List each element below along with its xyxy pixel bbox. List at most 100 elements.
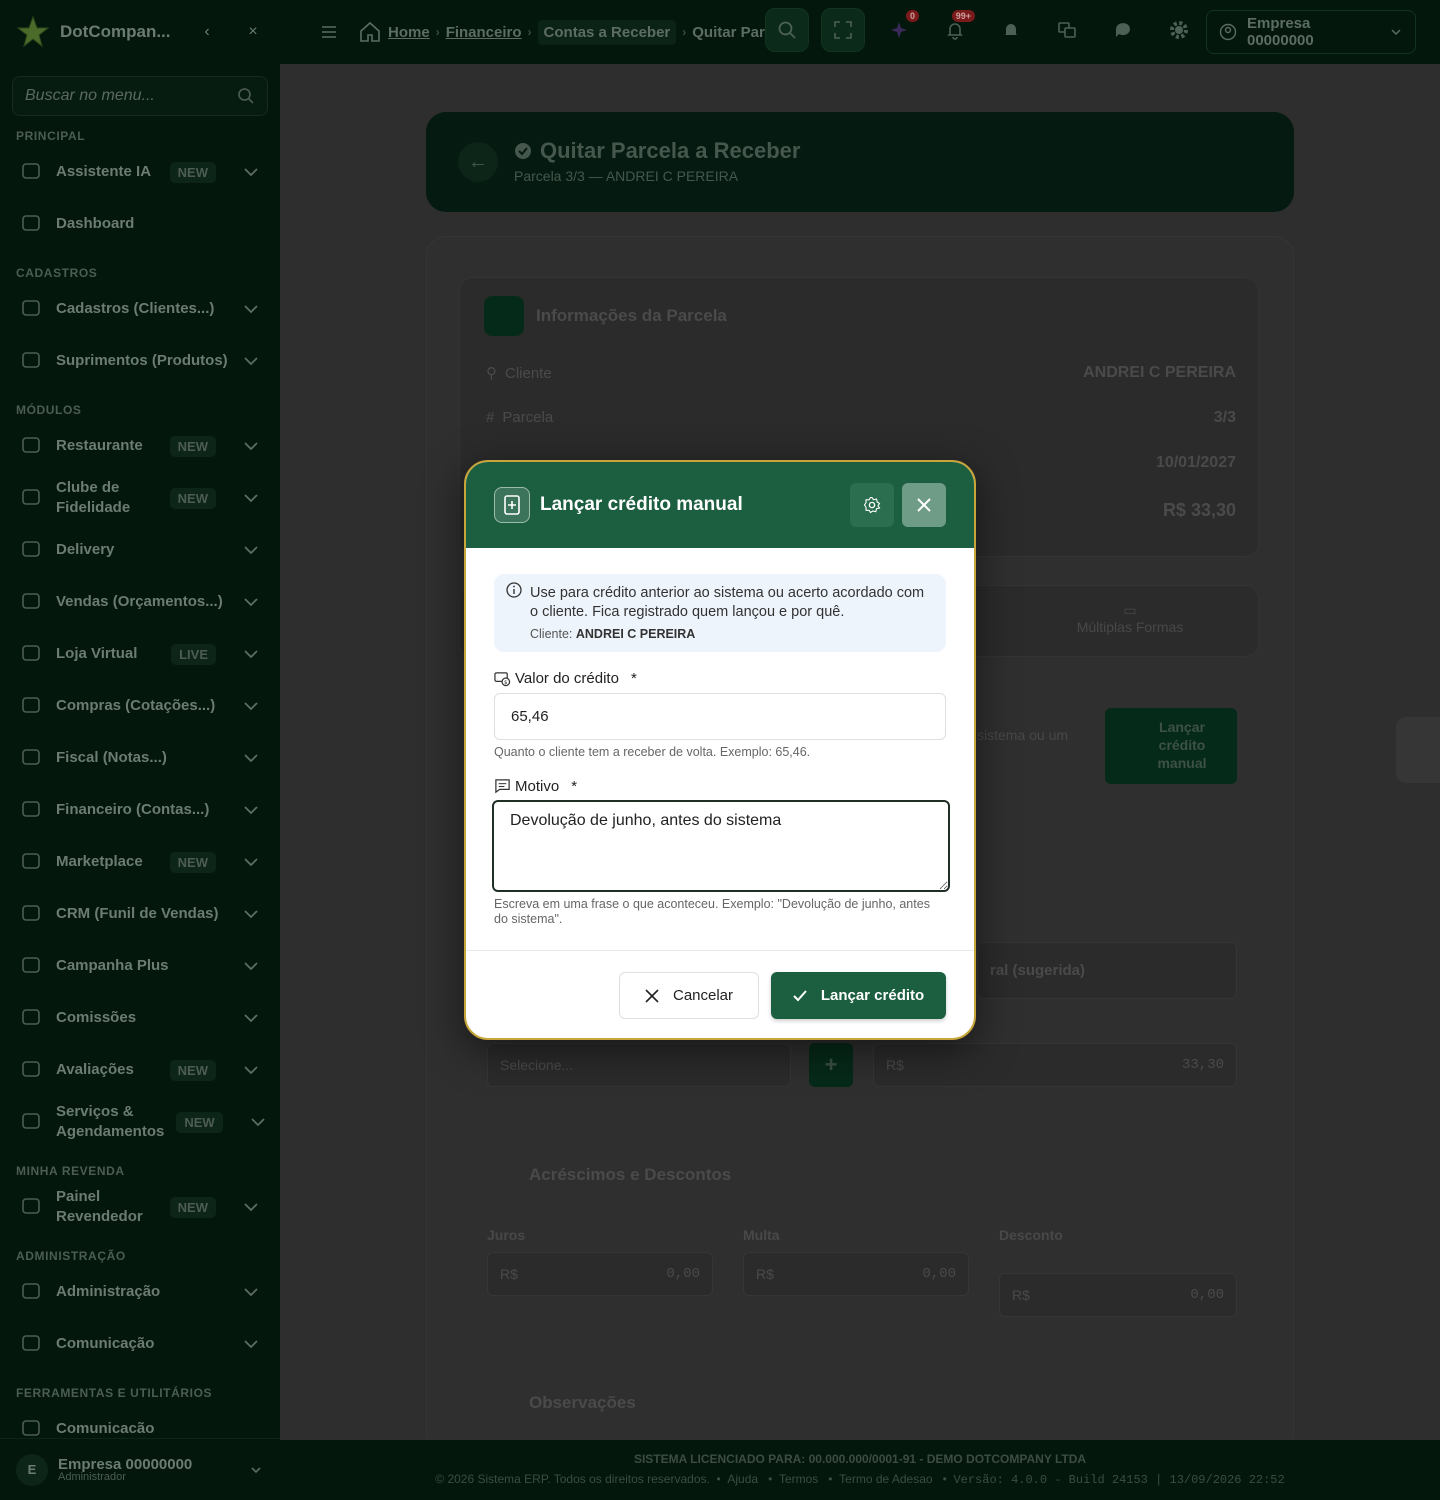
multa-input[interactable]: R$ 0,00: [743, 1252, 969, 1296]
sidebar-item-3[interactable]: Suprimentos (Produtos): [0, 335, 280, 387]
modal-close-button[interactable]: [902, 483, 946, 527]
sidebar-item-17[interactable]: Serviços & Agendamentos NEW: [0, 1096, 280, 1148]
sidebar-item-label: Administração: [56, 1283, 161, 1300]
tab-multiplas-formas[interactable]: ▭ Múltiplas Formas: [1020, 602, 1240, 635]
chat-icon: [1116, 23, 1130, 37]
payment-method-select[interactable]: Selecione...: [487, 1043, 791, 1087]
required-marker: *: [630, 670, 637, 687]
grid-icon: [20, 212, 44, 236]
juros-input[interactable]: R$ 0,00: [487, 1252, 713, 1296]
sidebar-item-label: Clube de Fidelidade: [56, 479, 131, 516]
sidebar-item-18[interactable]: Painel Revendedor NEW: [0, 1181, 280, 1233]
sidebar-item-12[interactable]: Marketplace NEW: [0, 836, 280, 888]
sidebar-item-11[interactable]: Financeiro (Contas...): [0, 784, 280, 836]
basket-icon: [20, 694, 44, 718]
settings-button[interactable]: [1157, 8, 1201, 52]
sidebar-item-20[interactable]: Comunicação: [0, 1318, 280, 1370]
link-termo-adesao[interactable]: Termo de Adesao: [839, 1472, 932, 1486]
calendar-icon: [20, 1110, 44, 1134]
sidebar-item-14[interactable]: Campanha Plus: [0, 940, 280, 992]
section-revenda: MINHA REVENDA: [16, 1164, 125, 1178]
sidebar-badge: NEW: [169, 1059, 216, 1081]
sidebar-item-13[interactable]: CRM (Funil de Vendas): [0, 888, 280, 940]
chevron-down-icon: [242, 352, 260, 370]
search-icon[interactable]: [237, 87, 255, 105]
adjust-title: Acréscimos e Descontos: [529, 1165, 732, 1184]
sidebar-badge: NEW: [176, 1111, 223, 1133]
close-sidebar-icon[interactable]: ×: [242, 21, 264, 43]
credit-entry-icon: [494, 487, 530, 523]
cancel-button[interactable]: Cancelar: [619, 972, 759, 1019]
reason-label-text: Motivo: [515, 778, 560, 795]
payment-value-field[interactable]: R$ 33,30: [873, 1043, 1237, 1087]
side-drawer-tab[interactable]: [1396, 717, 1440, 783]
sidebar-item-9[interactable]: Compras (Cotações...): [0, 680, 280, 732]
sidebar-item-0[interactable]: Assistente IA NEW: [0, 146, 280, 198]
message-icon: [495, 779, 510, 794]
back-button[interactable]: ←: [458, 142, 498, 182]
chevron-down-icon: [1391, 29, 1401, 36]
fullscreen-button[interactable]: [821, 8, 865, 52]
sidebar-item-7[interactable]: Vendas (Orçamentos...): [0, 576, 280, 628]
submit-label: Lançar crédito: [820, 987, 925, 1004]
ai-notifications-button[interactable]: 0: [877, 8, 921, 52]
check-icon: [793, 989, 807, 1001]
quick-search-button[interactable]: [765, 8, 809, 52]
credit-value-input[interactable]: [511, 708, 929, 725]
topbar-actions: 0 99+: [765, 8, 1201, 52]
reason-textarea[interactable]: Devolução de junho, antes do sistema: [492, 800, 950, 892]
chevron-down-icon: [242, 1283, 260, 1301]
sidebar-item-label: Suprimentos (Produtos): [56, 352, 228, 369]
breadcrumb-home[interactable]: Home: [388, 24, 430, 41]
value-label-text: Valor do crédito: [515, 670, 619, 687]
modal-settings-button[interactable]: [850, 483, 894, 527]
cash-icon: [20, 798, 44, 822]
add-payment-button[interactable]: +: [809, 1043, 853, 1087]
version-text: Versão: 4.0.0 - Build 24153 | 13/09/2026…: [953, 1473, 1285, 1487]
megaphone-icon: [20, 954, 44, 978]
credit-description: sistema ou um: [977, 727, 1069, 743]
link-ajuda[interactable]: Ajuda: [727, 1472, 758, 1486]
sidebar-item-4[interactable]: Restaurante NEW: [0, 420, 280, 472]
desconto-input[interactable]: R$ 0,00: [999, 1273, 1237, 1317]
company-name: Empresa 00000000: [1247, 15, 1314, 49]
sidebar-item-label: Compras (Cotações...): [56, 697, 216, 714]
footer-links: © 2026 Sistema ERP. Todos os direitos re…: [435, 1472, 1285, 1487]
sidebar-item-6[interactable]: Delivery: [0, 524, 280, 576]
commission-icon: [20, 1006, 44, 1030]
sidebar-item-15[interactable]: Comissões: [0, 992, 280, 1044]
sidebar-item-1[interactable]: Dashboard: [0, 198, 280, 250]
sidebar-item-2[interactable]: Cadastros (Clientes...): [0, 283, 280, 335]
sidebar-user[interactable]: E Empresa 00000000 Administrador: [0, 1438, 280, 1500]
sidebar-item-label: Marketplace: [56, 853, 143, 870]
launch-credit-button-bg[interactable]: Lançar crédito manual: [1105, 708, 1237, 784]
chevron-down-icon: [242, 300, 260, 318]
breadcrumb-contas[interactable]: Contas a Receber: [537, 19, 677, 45]
star-logo-icon: [16, 15, 50, 48]
sidebar-item-8[interactable]: Loja Virtual LIVE: [0, 628, 280, 680]
home-icon[interactable]: [358, 20, 382, 44]
company-selector[interactable]: Empresa 00000000: [1206, 10, 1416, 54]
gear-icon: [1170, 21, 1188, 39]
translate-button[interactable]: [1045, 8, 1089, 52]
sidebar-item-5[interactable]: Clube de Fidelidade NEW: [0, 472, 280, 524]
hamburger-menu-icon[interactable]: [314, 17, 344, 47]
link-termos[interactable]: Termos: [779, 1472, 818, 1486]
suggested-account-field[interactable]: ral (sugerida): [977, 942, 1237, 999]
notifications-button[interactable]: 99+: [933, 8, 977, 52]
menu-search-input[interactable]: [25, 87, 237, 105]
breadcrumb-financeiro[interactable]: Financeiro: [446, 24, 522, 41]
close-icon: [645, 988, 659, 1003]
chevron-down-icon[interactable]: [248, 1462, 264, 1478]
submit-credit-button[interactable]: Lançar crédito: [771, 972, 946, 1019]
chat-button[interactable]: [1101, 8, 1145, 52]
sidebar-item-16[interactable]: Avaliações NEW: [0, 1044, 280, 1096]
page-header: ← Quitar Parcela a Receber Parcela 3/3 —…: [426, 112, 1294, 212]
sidebar-badge: NEW: [169, 435, 216, 457]
sidebar-item-10[interactable]: Fiscal (Notas...): [0, 732, 280, 784]
chevron-down-icon: [242, 905, 260, 923]
collapse-sidebar-icon[interactable]: ‹: [196, 21, 218, 43]
sidebar-item-19[interactable]: Administração: [0, 1266, 280, 1318]
search-icon: [778, 21, 796, 39]
alerts-button[interactable]: [989, 8, 1033, 52]
